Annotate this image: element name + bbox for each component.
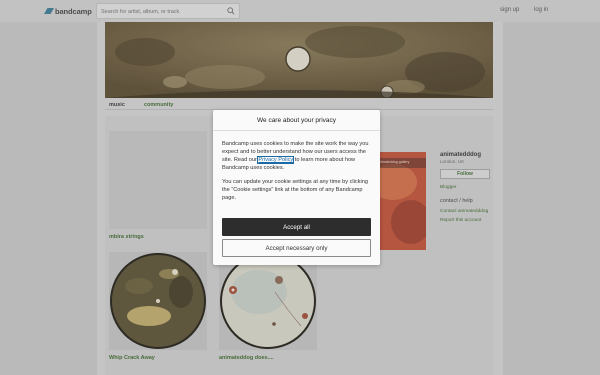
- privacy-policy-link[interactable]: Privacy Policy: [257, 156, 295, 164]
- accept-all-button[interactable]: Accept all: [222, 218, 371, 236]
- cookie-settings-text: You can update your cookie settings at a…: [222, 179, 368, 201]
- accept-necessary-button[interactable]: Accept necessary only: [222, 239, 371, 257]
- dialog-title: We care about your privacy: [213, 110, 380, 131]
- cookie-explanation: Bandcamp uses cookies to make the site w…: [222, 140, 371, 172]
- dialog-body: Bandcamp uses cookies to make the site w…: [213, 131, 380, 202]
- cookie-consent-dialog: We care about your privacy Bandcamp uses…: [213, 110, 380, 265]
